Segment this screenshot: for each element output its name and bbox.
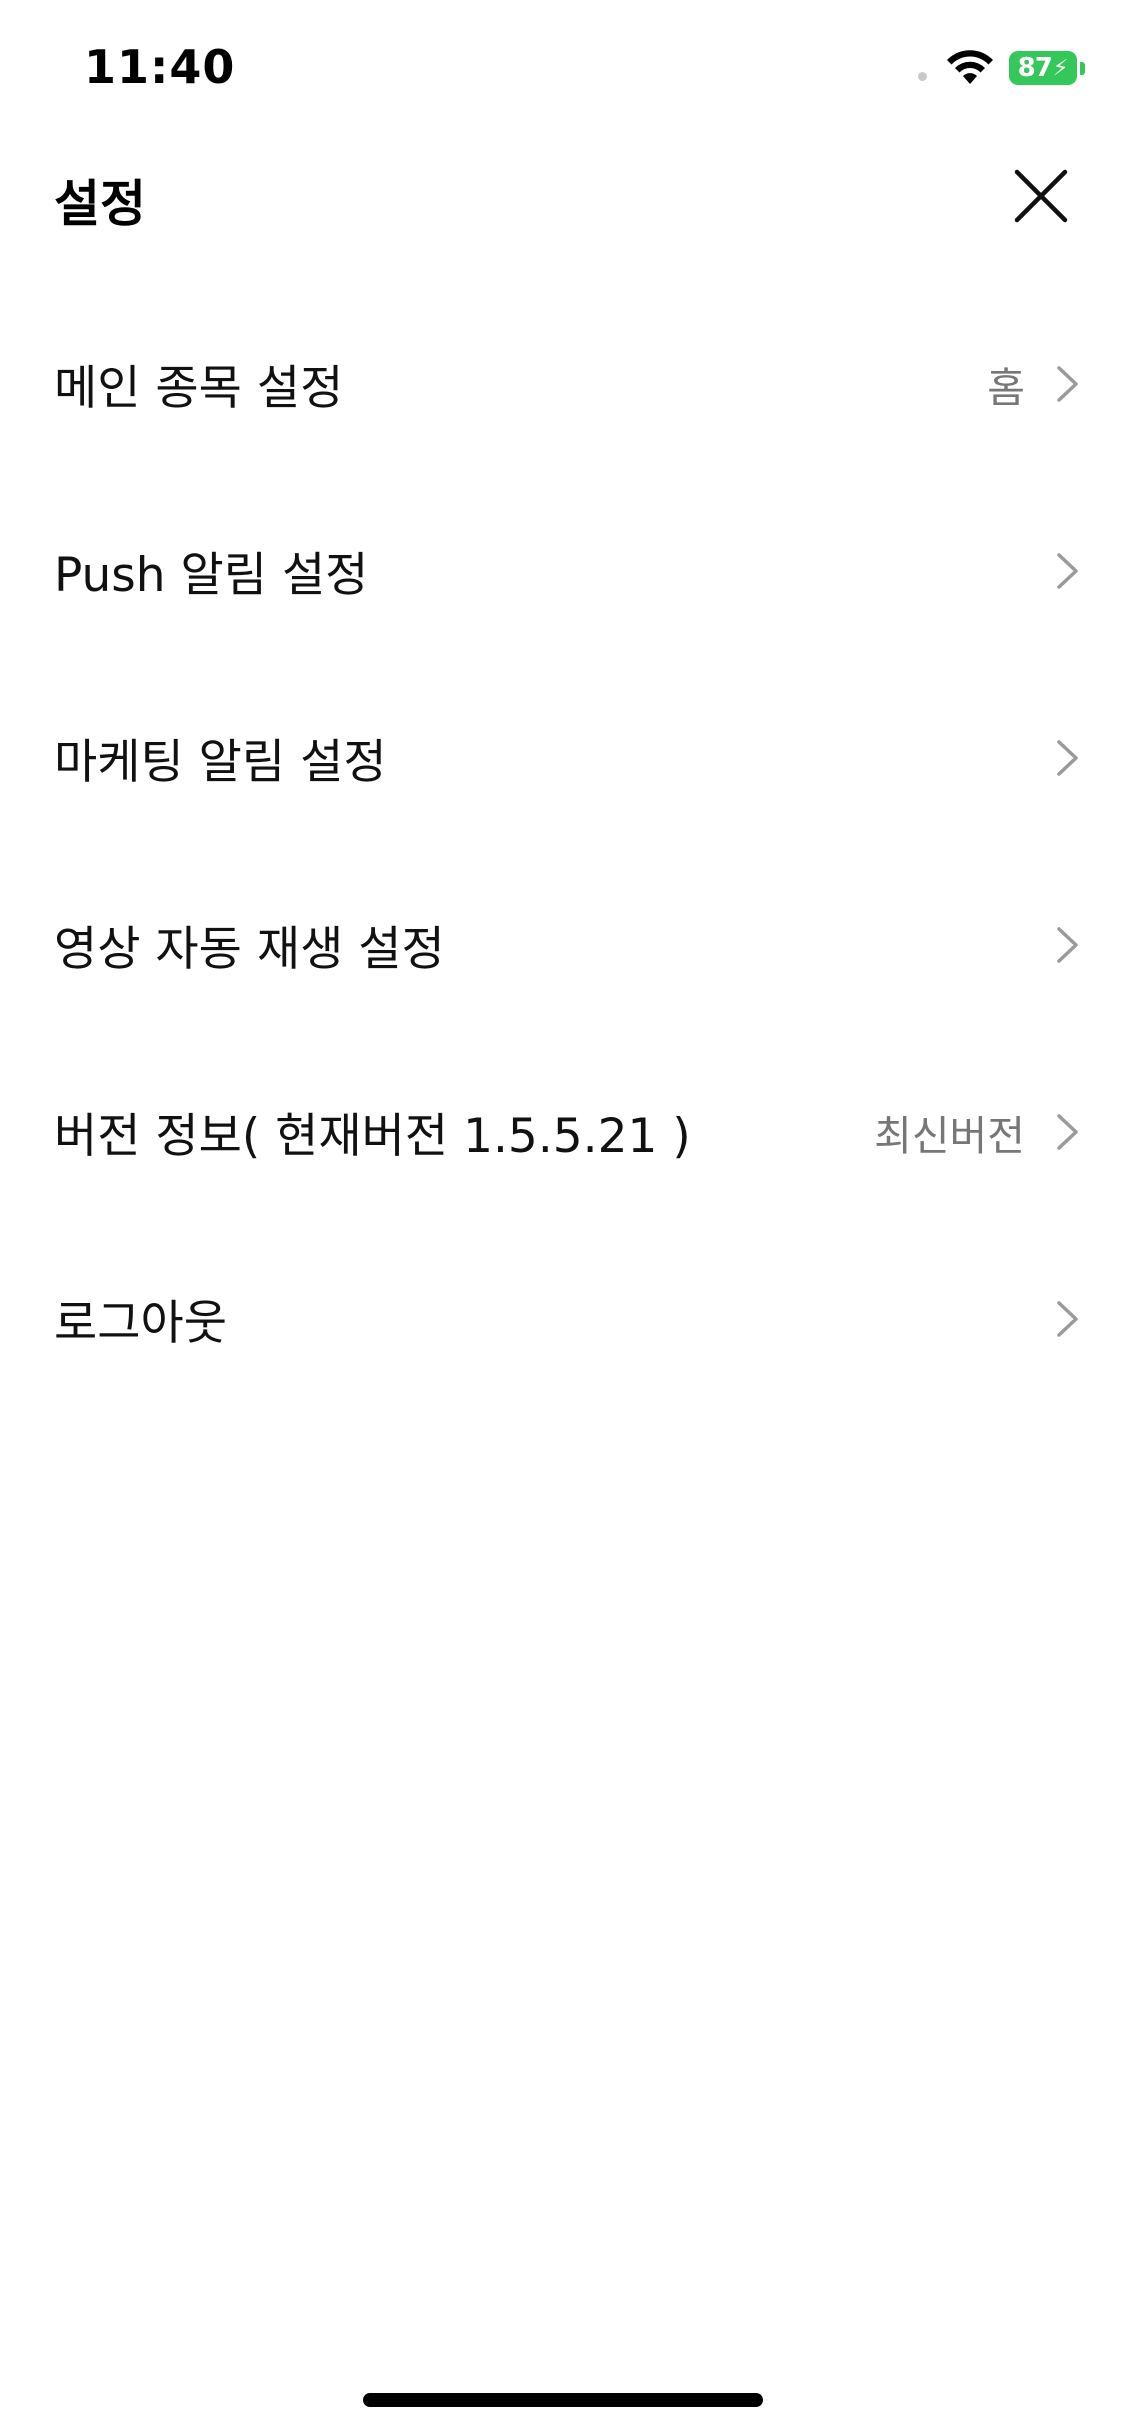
chevron-right-icon	[1057, 1113, 1078, 1150]
close-icon	[1014, 169, 1068, 223]
settings-item-value: 최신버전	[874, 1111, 1025, 1160]
battery-cap	[1080, 61, 1085, 75]
settings-item-logout[interactable]: 로그아웃	[0, 1225, 1125, 1412]
settings-item-label: 마케팅 알림 설정	[54, 735, 387, 790]
chevron-right-icon	[1057, 1300, 1078, 1337]
home-indicator[interactable]	[363, 2393, 763, 2407]
chevron-right-icon	[1057, 552, 1078, 589]
settings-item-version[interactable]: 버전 정보( 현재버전 1.5.5.21 ) 최신버전	[0, 1038, 1125, 1225]
settings-list: 메인 종목 설정 홈 Push 알림 설정 마케팅 알림 설정 영상 자동 재생…	[0, 290, 1125, 1412]
settings-item-label: Push 알림 설정	[54, 548, 369, 603]
charging-bolt-icon: ⚡	[1052, 55, 1069, 81]
battery-level: 87	[1017, 53, 1053, 83]
settings-item-main-stock[interactable]: 메인 종목 설정 홈	[0, 290, 1125, 477]
settings-item-autoplay[interactable]: 영상 자동 재생 설정	[0, 851, 1125, 1038]
chevron-right-icon	[1057, 926, 1078, 963]
status-dot	[918, 71, 927, 81]
settings-item-marketing[interactable]: 마케팅 알림 설정	[0, 664, 1125, 851]
battery-icon: 87 ⚡	[1009, 51, 1077, 85]
wifi-icon	[947, 50, 993, 84]
header: 설정	[0, 140, 1125, 250]
settings-item-label: 로그아웃	[54, 1296, 227, 1351]
settings-item-value: 홈	[987, 363, 1025, 412]
status-bar: 11:40 87 ⚡	[0, 0, 1125, 140]
settings-item-label: 영상 자동 재생 설정	[54, 922, 445, 977]
settings-item-label: 버전 정보( 현재버전 1.5.5.21 )	[54, 1109, 691, 1164]
close-button[interactable]	[1005, 160, 1077, 232]
settings-item-label: 메인 종목 설정	[54, 361, 344, 416]
status-time: 11:40	[84, 40, 236, 94]
status-icons: 87 ⚡	[918, 46, 1085, 90]
settings-item-push[interactable]: Push 알림 설정	[0, 477, 1125, 664]
chevron-right-icon	[1057, 739, 1078, 776]
chevron-right-icon	[1057, 365, 1078, 402]
page-title: 설정	[54, 175, 146, 233]
